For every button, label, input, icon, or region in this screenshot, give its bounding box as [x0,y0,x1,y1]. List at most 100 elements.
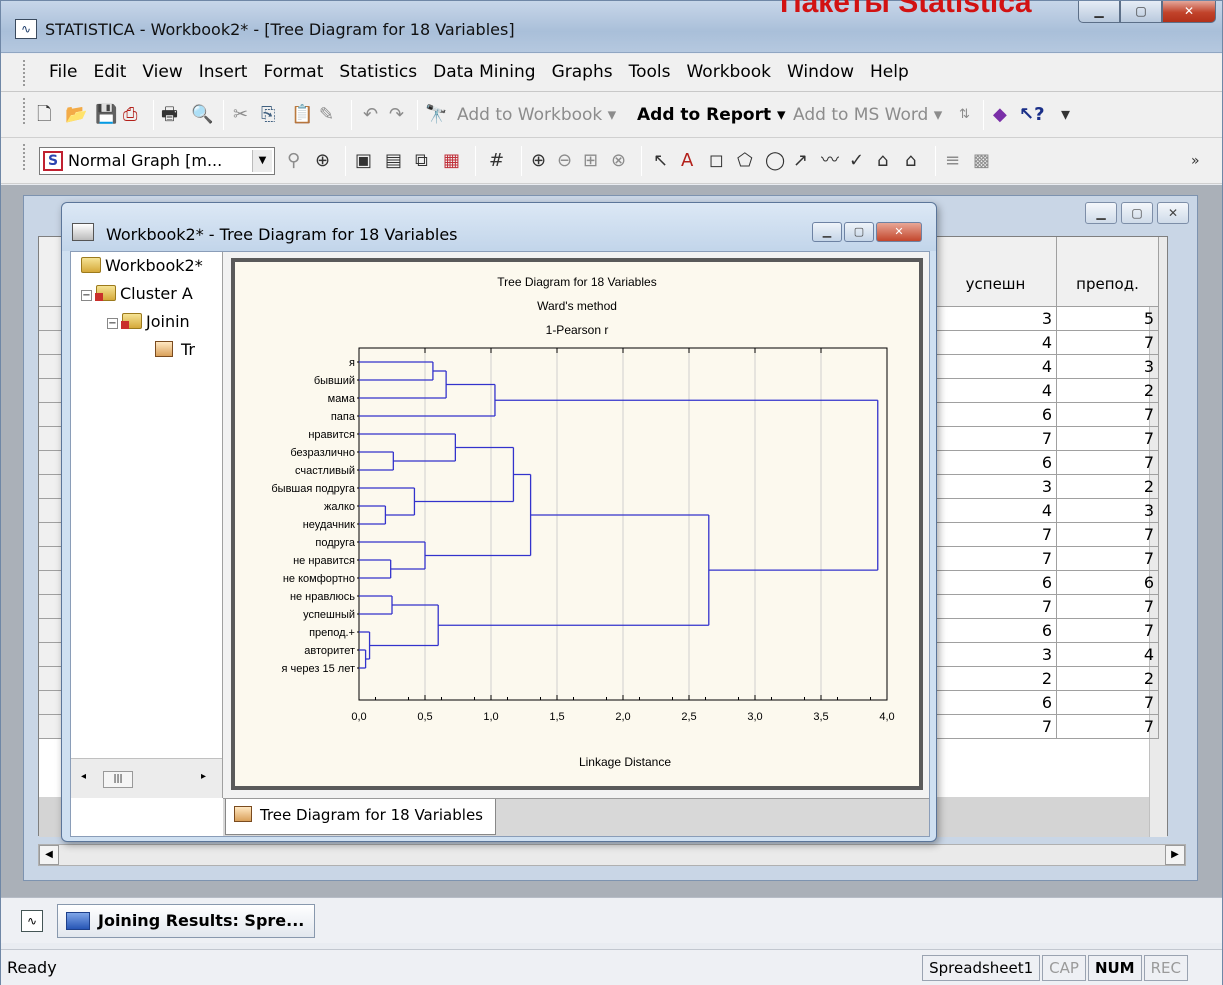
spreadsheet-close-button[interactable]: ✕ [1157,202,1189,224]
bring-front-icon[interactable]: ⌂ [905,150,916,172]
horizontal-scrollbar[interactable]: ◀ ▶ [38,844,1186,866]
sort-icon[interactable]: ⇅ [959,104,970,126]
graph-toolbar-grip[interactable] [23,144,27,170]
table-cell[interactable]: 7 [935,427,1057,451]
table-cell[interactable]: 4 [935,499,1057,523]
context-help-icon[interactable]: ↖? [1019,104,1045,126]
table-cell[interactable]: 7 [1057,691,1159,715]
statistica-app-icon[interactable]: ∿ [15,19,37,39]
table-cell[interactable]: 7 [935,715,1057,739]
tree-node-joining[interactable]: − Joinin [107,312,190,331]
draw-rect-icon[interactable]: ◻ [709,150,724,172]
table-cell[interactable]: 7 [935,547,1057,571]
table-cell[interactable]: 7 [1057,403,1159,427]
table-cell[interactable]: 6 [935,451,1057,475]
table-cell[interactable]: 2 [935,667,1057,691]
align-icon[interactable]: ≡ [945,150,960,172]
column-header[interactable]: препод. [1057,237,1159,307]
menu-item-data-mining[interactable]: Data Mining [425,62,543,82]
scroll-right-icon[interactable]: ▶ [1165,845,1185,865]
graph-data-icon[interactable]: ▤ [385,150,402,172]
menu-item-file[interactable]: File [41,62,85,82]
menu-item-window[interactable]: Window [779,62,862,82]
draw-poly-icon[interactable]: ⬠ [737,150,753,172]
scroll-left-icon[interactable]: ◀ [39,845,59,865]
graph-options-icon[interactable]: ▣ [355,150,372,172]
table-cell[interactable]: 7 [1057,427,1159,451]
zoom-out-icon[interactable]: ⊖ [557,150,572,172]
menu-grip[interactable] [23,60,27,86]
spreadsheet-minimize-button[interactable]: ▁ [1085,202,1117,224]
task-joining-results[interactable]: Joining Results: Spre... [57,904,316,938]
table-cell[interactable]: 7 [935,595,1057,619]
tab-tree-diagram[interactable]: Tree Diagram for 18 Variables [225,799,496,835]
fill-icon[interactable]: ▩ [973,150,990,172]
undo-icon[interactable]: ↶ [363,104,378,126]
draw-ellipse-icon[interactable]: ◯ [765,150,785,172]
table-cell[interactable]: 6 [935,619,1057,643]
copy-icon[interactable]: ⎘ [261,104,275,126]
app-titlebar[interactable]: ∿ STATISTICA - Workbook2* - [Tree Diagra… [1,1,1222,53]
draw-arrow-icon[interactable]: ↗ [793,150,808,172]
dendrogram-chart[interactable]: Tree Diagram for 18 Variables Ward's met… [235,262,919,786]
menu-item-workbook[interactable]: Workbook [678,62,779,82]
menu-item-view[interactable]: View [134,62,190,82]
grid-icon[interactable]: # [489,150,504,172]
menu-item-graphs[interactable]: Graphs [544,62,621,82]
save-icon[interactable]: 💾 [95,104,117,126]
cut-icon[interactable]: ✂ [233,104,248,126]
table-cell[interactable]: 3 [1057,355,1159,379]
table-cell[interactable]: 2 [1057,379,1159,403]
draw-check-icon[interactable]: ✓ [849,150,864,172]
table-cell[interactable]: 5 [1057,307,1159,331]
table-cell[interactable]: 6 [935,691,1057,715]
zoom-in-icon[interactable]: ⊕ [531,150,546,172]
toolbar-grip[interactable] [23,98,27,124]
spreadsheet-maximize-button[interactable]: ▢ [1121,202,1153,224]
scroll-right-icon[interactable]: ▸ [201,771,206,782]
book-icon[interactable]: ◆ [993,104,1007,126]
pdf-icon[interactable]: ⎙ [123,104,137,126]
open-icon[interactable]: 📂 [65,104,87,126]
print-icon[interactable]: 🖶 [161,104,178,126]
new-icon[interactable]: 🗋 [37,104,51,126]
print-preview-icon[interactable]: 🔍 [191,104,213,126]
find-icon[interactable]: 🔭 [425,104,447,126]
menu-item-statistics[interactable]: Statistics [331,62,425,82]
statistica-app-icon[interactable]: ∿ [21,910,43,932]
tree-diagram-window[interactable]: Workbook2* - Tree Diagram for 18 Variabl… [61,202,937,842]
table-cell[interactable]: 7 [1057,547,1159,571]
brush-icon[interactable]: ⚲ [287,150,300,172]
lock-icon[interactable]: ⌂ [877,150,888,172]
draw-freehand-icon[interactable]: 〰 [821,150,839,172]
redo-icon[interactable]: ↷ [389,104,404,126]
tree-horizontal-scrollbar[interactable]: ◂ ||| ▸ [71,758,222,798]
table-cell[interactable]: 4 [1057,643,1159,667]
format-painter-icon[interactable]: ✎ [319,104,334,126]
menu-item-format[interactable]: Format [255,62,331,82]
menu-item-help[interactable]: Help [862,62,917,82]
table-cell[interactable]: 3 [935,475,1057,499]
graph-layout-icon[interactable]: ⧉ [415,150,428,172]
table-cell[interactable]: 3 [935,643,1057,667]
add-to-msword-button[interactable]: Add to MS Word ▾ [793,105,942,125]
zoom-area-icon[interactable]: ⊞ [583,150,598,172]
table-cell[interactable]: 4 [935,355,1057,379]
minimize-button[interactable]: ▁ [1078,1,1120,23]
scroll-left-icon[interactable]: ◂ [81,771,86,782]
table-cell[interactable]: 7 [1057,523,1159,547]
graph-maximize-button[interactable]: ▢ [844,222,874,242]
maximize-button[interactable]: ▢ [1120,1,1162,23]
tree-node-workbook[interactable]: Workbook2* [81,256,203,275]
text-tool-icon[interactable]: A [681,150,693,172]
add-to-report-button[interactable]: Add to Report ▾ [637,105,786,125]
column-header[interactable]: успешн [935,237,1057,307]
menu-item-edit[interactable]: Edit [85,62,134,82]
pointer-icon[interactable]: ↖ [653,150,668,172]
add-to-workbook-button[interactable]: Add to Workbook ▾ [457,105,616,125]
table-cell[interactable]: 7 [1057,715,1159,739]
table-cell[interactable]: 3 [1057,499,1159,523]
scroll-thumb[interactable]: ||| [103,771,133,788]
table-cell[interactable]: 6 [935,571,1057,595]
graph-minimize-button[interactable]: ▁ [812,222,842,242]
